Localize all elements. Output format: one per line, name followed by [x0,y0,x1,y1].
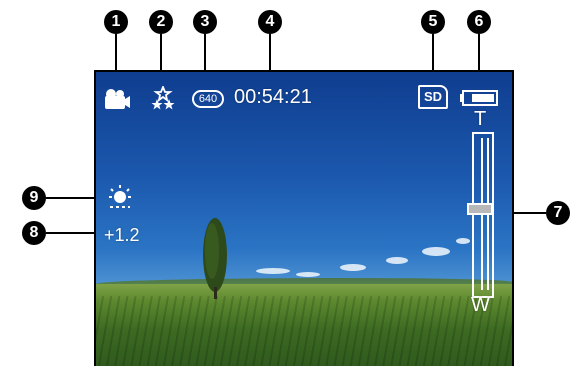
callout-6: 6 [467,10,491,34]
cloud [256,268,290,274]
resolution-640-icon: 640 [192,90,224,108]
cloud [386,257,408,264]
zoom-slider-knob[interactable] [467,203,493,215]
poplar-tree [203,218,227,299]
cloud [456,238,470,244]
sd-card-icon: SD [418,85,448,109]
sd-card-label: SD [423,89,443,104]
crop-field [96,284,512,366]
resolution-label: 640 [198,93,218,105]
callout-1: 1 [104,10,128,34]
zoom-tele-label: T [474,108,487,130]
callout-9: 9 [22,186,46,210]
zoom-wide-label: W [471,294,490,316]
exposure-compensation-value: +1.2 [104,225,140,245]
cloud [296,272,320,277]
video-camera-icon [105,89,130,109]
callout-7: 7 [546,201,570,225]
leader-line-9 [46,197,96,199]
callout-2: 2 [149,10,173,34]
sun-daylight-icon [109,185,131,208]
sparkle-stars-icon [151,86,175,110]
recording-time: 00:54:21 [234,86,312,108]
cloud [340,264,366,271]
callout-8: 8 [22,221,46,245]
cloud [422,247,450,256]
callout-5: 5 [421,10,445,34]
camera-screen [94,70,514,366]
zoom-bar [472,132,494,298]
callout-3: 3 [193,10,217,34]
battery-icon [460,90,498,106]
callout-4: 4 [258,10,282,34]
leader-line-8 [46,232,96,234]
